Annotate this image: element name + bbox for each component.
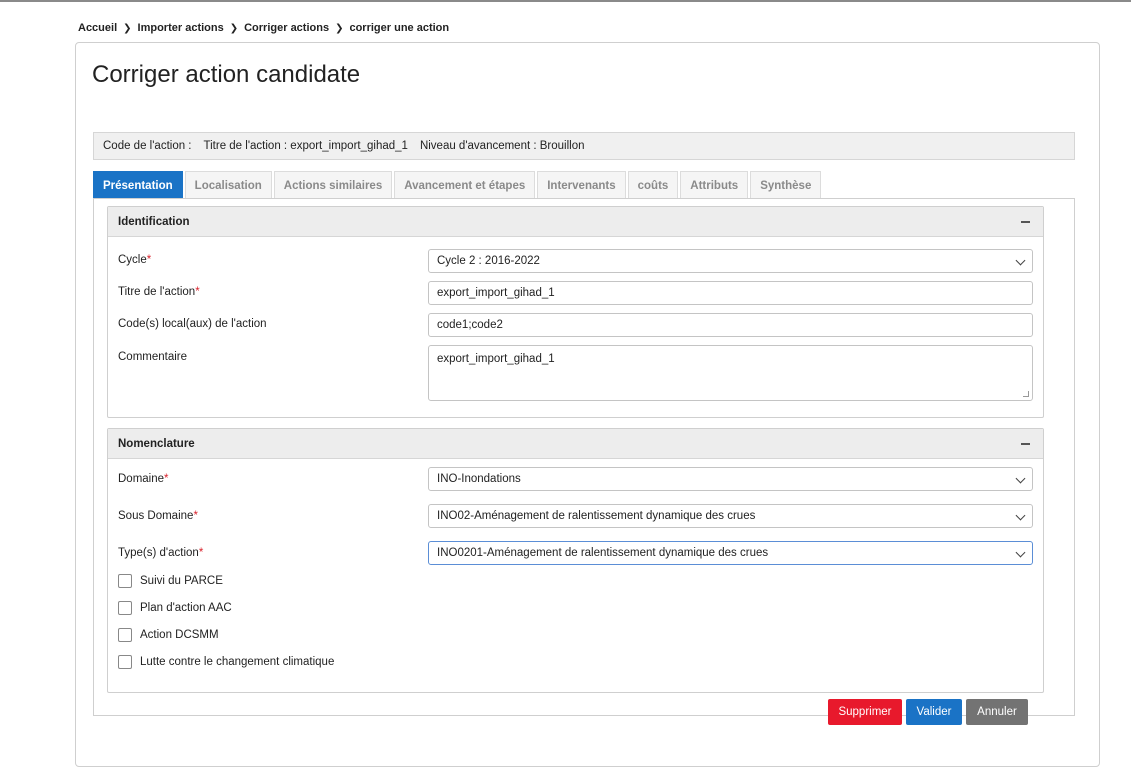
cycle-row: Cycle* Cycle 2 : 2016-2022 <box>118 249 1033 275</box>
code-local-row: Code(s) local(aux) de l'action code1;cod… <box>118 313 1033 339</box>
required-marker: * <box>195 286 200 298</box>
chevron-down-icon <box>1015 510 1026 521</box>
supprimer-button[interactable]: Supprimer <box>828 699 902 725</box>
sous-domaine-row: Sous Domaine* INO02-Aménagement de ralen… <box>118 504 1033 530</box>
commentaire-value: export_import_gihad_1 <box>437 353 555 365</box>
code-local-input[interactable]: code1;code2 <box>428 313 1033 337</box>
domaine-select-value: INO-Inondations <box>437 473 521 485</box>
cycle-select-value: Cycle 2 : 2016-2022 <box>437 255 540 267</box>
chevron-down-icon <box>1015 473 1026 484</box>
sous-domaine-select[interactable]: INO02-Aménagement de ralentissement dyna… <box>428 504 1033 528</box>
identification-title: Identification <box>118 215 190 228</box>
domaine-row: Domaine* INO-Inondations <box>118 467 1033 493</box>
tab-avancement-etapes[interactable]: Avancement et étapes <box>394 171 536 199</box>
code-local-input-value: code1;code2 <box>437 319 503 331</box>
tab-presentation[interactable]: Présentation <box>93 171 183 199</box>
code-local-label: Code(s) local(aux) de l'action <box>118 318 267 330</box>
breadcrumb-accueil[interactable]: Accueil <box>78 22 117 34</box>
tab-localisation[interactable]: Localisation <box>184 171 272 199</box>
checkbox-label: Plan d'action AAC <box>140 602 232 614</box>
titre-label: Titre de l'action* <box>118 286 200 298</box>
chevron-right-icon: ❯ <box>335 22 344 34</box>
sous-domaine-label-text: Sous Domaine <box>118 510 194 522</box>
checkbox-label: Action DCSMM <box>140 629 219 641</box>
chevron-down-icon <box>1015 547 1026 558</box>
tab-bar: Présentation Localisation Actions simila… <box>93 171 823 199</box>
tab-attributs[interactable]: Attributs <box>680 171 749 199</box>
type-action-select-value: INO0201-Aménagement de ralentissement dy… <box>437 547 769 559</box>
annuler-button[interactable]: Annuler <box>966 699 1028 725</box>
checkbox-action-dcsmm[interactable]: Action DCSMM <box>118 628 219 642</box>
required-marker: * <box>198 547 204 559</box>
breadcrumb-current: corriger une action <box>349 22 450 34</box>
titre-input-value: export_import_gihad_1 <box>437 287 555 299</box>
identification-header[interactable]: Identification <box>108 207 1043 237</box>
nomenclature-panel: Nomenclature Domaine* INO-Inondations So… <box>107 428 1044 693</box>
sous-domaine-label: Sous Domaine* <box>118 510 198 522</box>
commentaire-textarea[interactable]: export_import_gihad_1 <box>428 345 1033 401</box>
resize-handle-icon[interactable] <box>1023 391 1029 397</box>
page-title: Corriger action candidate <box>92 61 361 88</box>
breadcrumb: Accueil ❯ Importer actions ❯ Corriger ac… <box>78 22 449 34</box>
required-marker: * <box>164 473 169 485</box>
domaine-label: Domaine* <box>118 473 169 485</box>
action-code: Code de l'action : <box>103 140 192 152</box>
titre-label-text: Titre de l'action <box>118 286 196 298</box>
cycle-select[interactable]: Cycle 2 : 2016-2022 <box>428 249 1033 273</box>
action-progress-level: Niveau d'avancement : Brouillon <box>419 140 585 152</box>
checkbox-box[interactable] <box>118 628 132 642</box>
breadcrumb-corriger-actions[interactable]: Corriger actions <box>244 22 329 34</box>
checkbox-label: Lutte contre le changement climatique <box>140 656 335 668</box>
checkbox-plan-action-aac[interactable]: Plan d'action AAC <box>118 601 232 615</box>
checkbox-suivi-parce[interactable]: Suivi du PARCE <box>118 574 223 588</box>
domaine-label-text: Domaine <box>118 473 165 485</box>
chevron-right-icon: ❯ <box>123 22 132 34</box>
top-border <box>0 0 1131 10</box>
checkbox-box[interactable] <box>118 655 132 669</box>
type-action-row: Type(s) d'action* INO0201-Aménagement de… <box>118 541 1033 567</box>
chevron-down-icon <box>1015 255 1026 266</box>
main-card: Corriger action candidate Code de l'acti… <box>75 42 1100 767</box>
nomenclature-title: Nomenclature <box>118 437 195 450</box>
identification-panel: Identification Cycle* Cycle 2 : 2016-202… <box>107 206 1044 418</box>
domaine-select[interactable]: INO-Inondations <box>428 467 1033 491</box>
checkbox-label: Suivi du PARCE <box>140 575 223 587</box>
nomenclature-header[interactable]: Nomenclature <box>108 429 1043 459</box>
cycle-label: Cycle* <box>118 254 151 266</box>
tab-content-presentation: Identification Cycle* Cycle 2 : 2016-202… <box>93 198 1075 725</box>
chevron-right-icon: ❯ <box>229 22 239 34</box>
required-marker: * <box>146 254 152 266</box>
action-info-bar: Code de l'action : Titre de l'action : e… <box>93 132 1075 160</box>
collapse-icon[interactable] <box>1019 215 1033 229</box>
checkbox-box[interactable] <box>118 574 132 588</box>
type-action-select[interactable]: INO0201-Aménagement de ralentissement dy… <box>428 541 1033 565</box>
titre-row: Titre de l'action* export_import_gihad_1 <box>118 281 1033 307</box>
titre-input[interactable]: export_import_gihad_1 <box>428 281 1033 305</box>
cycle-label-text: Cycle <box>118 254 147 266</box>
breadcrumb-importer-actions[interactable]: Importer actions <box>138 22 224 34</box>
checkbox-changement-climatique[interactable]: Lutte contre le changement climatique <box>118 655 334 669</box>
type-action-label-text: Type(s) d'action <box>118 547 199 559</box>
sous-domaine-select-value: INO02-Aménagement de ralentissement dyna… <box>437 510 756 522</box>
type-action-label: Type(s) d'action* <box>118 547 203 559</box>
commentaire-label: Commentaire <box>118 351 188 363</box>
action-title: Titre de l'action : export_import_gihad_… <box>203 140 408 152</box>
collapse-icon[interactable] <box>1019 437 1033 451</box>
required-marker: * <box>193 510 198 522</box>
checkbox-box[interactable] <box>118 601 132 615</box>
valider-button[interactable]: Valider <box>906 699 962 725</box>
tab-couts[interactable]: coûts <box>627 171 679 199</box>
tab-actions-similaires[interactable]: Actions similaires <box>273 171 393 199</box>
tab-synthese[interactable]: Synthèse <box>750 171 822 199</box>
commentaire-row: Commentaire export_import_gihad_1 <box>118 345 1033 403</box>
tab-intervenants[interactable]: Intervenants <box>537 171 626 199</box>
